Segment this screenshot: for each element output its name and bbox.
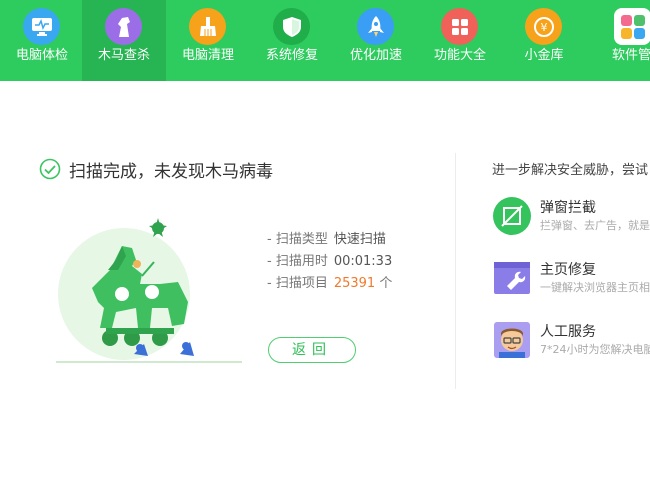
trojan-horse-illustration	[56, 218, 242, 363]
main-content: 扫描完成，未发现木马病毒 - 扫描类型 快速扫描 - 扫描用时 00:01:33 -…	[0, 81, 650, 486]
stat-unit: 个	[379, 276, 393, 291]
vertical-divider	[455, 153, 456, 389]
feature-homepage-repair[interactable]: 主页修复 一键解决浏览器主页相	[493, 259, 650, 299]
top-nav-bar: 电脑体检 木马查杀 电脑清理 系统修复 优化加速 功能大全 ¥ 小金库 软件管	[0, 0, 650, 81]
scan-result-title: 扫描完成，未发现木马病毒	[69, 161, 273, 182]
nav-item-pc-checkup[interactable]: 电脑体检	[0, 0, 84, 81]
nav-label: 软件管家	[611, 48, 650, 63]
feature-title: 弹窗拦截	[540, 200, 596, 216]
nav-item-system-repair[interactable]: 系统修复	[250, 0, 334, 81]
stat-value: 00:01:33	[333, 254, 393, 269]
nav-item-all-features[interactable]: 功能大全	[418, 0, 502, 81]
stat-scan-time: - 扫描用时 00:01:33	[267, 251, 392, 273]
nav-label: 小金库	[524, 48, 564, 63]
feature-manual-service[interactable]: 人工服务 7*24小时为您解决电脑	[493, 321, 650, 361]
coin-icon: ¥	[525, 8, 562, 45]
svg-text:¥: ¥	[540, 21, 547, 34]
nav-label: 电脑体检	[15, 48, 68, 63]
feature-desc: 一键解决浏览器主页相	[540, 281, 650, 294]
nav-item-optimize[interactable]: 优化加速	[334, 0, 418, 81]
feature-desc: 7*24小时为您解决电脑	[540, 343, 650, 356]
grid-icon	[441, 8, 478, 45]
nav-label: 电脑清理	[181, 48, 234, 63]
back-button[interactable]: 返回	[268, 337, 356, 363]
nav-label: 优化加速	[349, 48, 402, 63]
side-panel-title: 进一步解决安全威胁，尝试	[492, 163, 649, 178]
feature-title: 主页修复	[540, 262, 596, 278]
popup-block-icon	[493, 197, 531, 235]
stat-label: - 扫描项目	[267, 276, 328, 291]
stat-label: - 扫描类型	[267, 232, 328, 247]
nav-item-vault[interactable]: ¥ 小金库	[502, 0, 586, 81]
feature-popup-block[interactable]: 弹窗拦截 拦弹窗、去广告，就是	[493, 197, 650, 237]
scan-stats: - 扫描类型 快速扫描 - 扫描用时 00:01:33 - 扫描项目 25391 个	[267, 229, 392, 295]
nav-label: 功能大全	[433, 48, 486, 63]
horse-icon	[105, 8, 142, 45]
rocket-icon	[357, 8, 394, 45]
nav-label: 木马查杀	[97, 48, 150, 63]
scan-result-header: 扫描完成，未发现木马病毒	[39, 158, 273, 182]
nav-item-trojan-scan[interactable]: 木马查杀	[82, 0, 166, 81]
stat-value: 25391	[333, 276, 376, 291]
nav-label: 系统修复	[265, 48, 318, 63]
stat-label: - 扫描用时	[267, 254, 328, 269]
nav-item-pc-cleanup[interactable]: 电脑清理	[166, 0, 250, 81]
monitor-icon	[23, 8, 60, 45]
feature-title: 人工服务	[540, 324, 596, 340]
nav-item-software-manager[interactable]: 软件管家	[586, 0, 650, 81]
shield-icon	[273, 8, 310, 45]
support-person-icon	[494, 322, 530, 358]
check-circle-icon	[39, 158, 61, 180]
stat-scan-items: - 扫描项目 25391 个	[267, 273, 392, 295]
wrench-icon	[494, 262, 530, 294]
stat-scan-type: - 扫描类型 快速扫描	[267, 229, 392, 251]
broom-icon	[189, 8, 226, 45]
software-icon	[614, 8, 650, 45]
feature-desc: 拦弹窗、去广告，就是	[540, 219, 650, 232]
stat-value: 快速扫描	[333, 232, 386, 247]
